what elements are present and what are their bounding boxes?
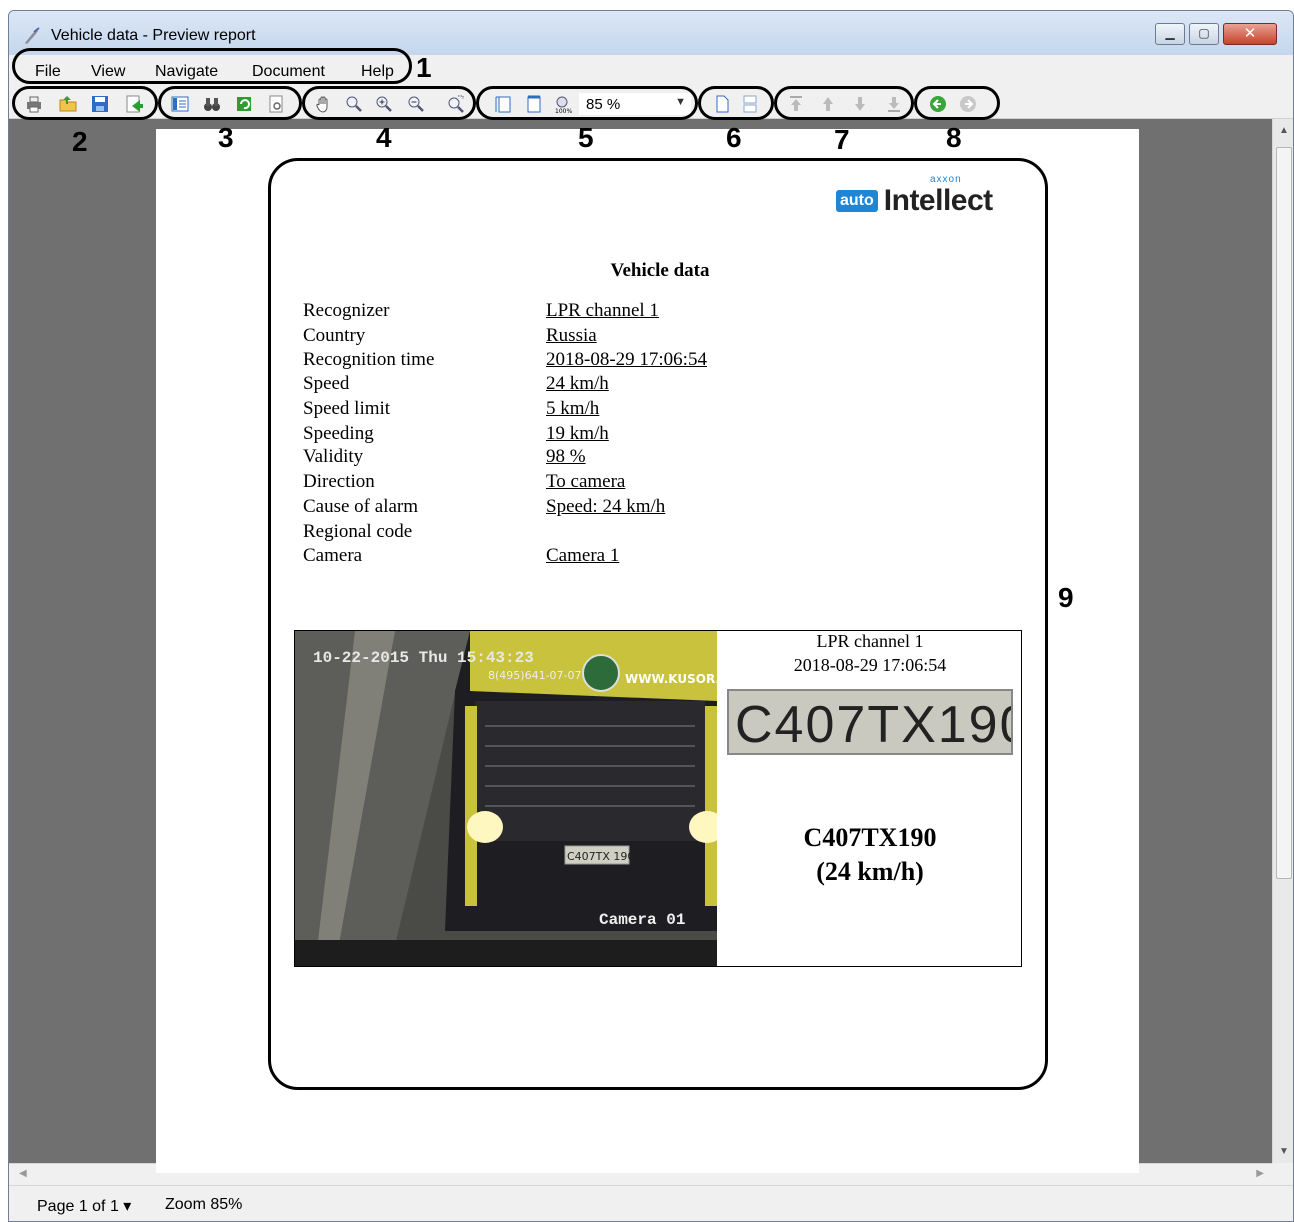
scroll-up-icon[interactable]: ▲: [1273, 125, 1293, 136]
annotation-oval-page-layout: [698, 86, 774, 120]
annotation-oval-zoom-tools: [302, 86, 476, 120]
status-page-text: Page 1 of 1: [37, 1198, 119, 1215]
annotation-number-7: 7: [834, 124, 850, 155]
annotation-number-8: 8: [946, 122, 962, 153]
annotation-number-2: 2: [72, 126, 88, 157]
annotation-oval-zoom-level: [476, 86, 698, 120]
scroll-thumb[interactable]: [1276, 147, 1292, 879]
annotation-oval-page-navigation: [774, 86, 914, 120]
window-title: Vehicle data - Preview report: [51, 27, 256, 44]
scroll-right-icon[interactable]: ▶: [1256, 1168, 1264, 1179]
scroll-corner: [1272, 1163, 1293, 1185]
annotation-number-5: 5: [578, 122, 594, 153]
scroll-left-icon[interactable]: ◀: [19, 1168, 27, 1179]
status-page-indicator[interactable]: Page 1 of 1 ▾: [37, 1196, 131, 1216]
vertical-scrollbar[interactable]: ▲ ▼: [1272, 119, 1293, 1163]
annotation-number-9: 9: [1058, 582, 1074, 613]
annotation-number-6: 6: [726, 122, 742, 153]
status-bar: Page 1 of 1 ▾ Zoom 85%: [9, 1185, 1293, 1221]
annotation-oval-menu: [12, 48, 412, 84]
annotation-oval-history: [914, 86, 1000, 120]
annotation-number-3: 3: [218, 122, 234, 153]
annotation-oval-file-group: [12, 86, 158, 120]
annotation-oval-tools-group: [158, 86, 302, 120]
close-button[interactable]: ✕: [1223, 23, 1277, 45]
maximize-button[interactable]: ▢: [1189, 23, 1219, 45]
annotation-number-4: 4: [376, 122, 392, 153]
status-zoom: Zoom 85%: [165, 1196, 243, 1213]
minimize-button[interactable]: ▁: [1155, 23, 1185, 45]
annotation-number-1: 1: [416, 52, 432, 83]
annotation-oval-report: [268, 158, 1048, 1090]
scroll-down-icon[interactable]: ▼: [1273, 1146, 1293, 1157]
app-icon: [25, 27, 40, 44]
